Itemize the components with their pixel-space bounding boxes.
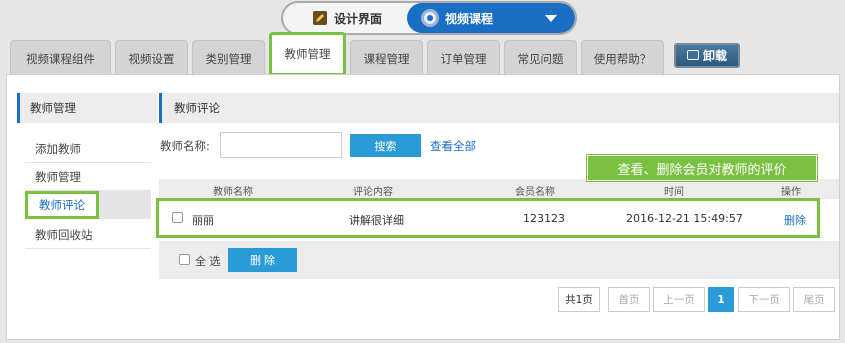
row-delete-link[interactable]: 删除 [784,212,806,228]
pagination-total: 共1页 [558,287,600,312]
main-panel: 教师管理 添加教师 教师管理 教师评论 教师回收站 教师评论 教师名称: 搜索 … [6,74,840,340]
chevron-down-icon[interactable] [545,15,557,22]
column-header-member: 会员名称 [515,187,555,198]
table-row: 丽丽 讲解很详细 123123 2016-12-21 15:49:57 删除 [156,198,820,238]
column-header-comment: 评论内容 [353,187,393,198]
teacher-name-input[interactable] [220,132,342,158]
sidebar-item-add-teacher[interactable]: 添加教师 [25,135,151,163]
sidebar-item-teacher-comments[interactable]: 教师评论 [25,190,151,219]
uninstall-icon [686,50,699,60]
pagination-last[interactable]: 尾页 [793,287,835,312]
tab-faq[interactable]: 常见问题 [504,40,577,76]
design-mode-label: 设计界面 [333,11,382,26]
design-mode-button[interactable]: 设计界面 [283,3,411,33]
tab-category-management[interactable]: 类别管理 [192,40,265,76]
gear-icon [421,9,439,27]
video-course-label: 视频课程 [445,11,494,26]
tab-video-components[interactable]: 视频课程组件 [10,40,111,76]
tab-teacher-management[interactable]: 教师管理 [269,32,346,76]
pagination-current[interactable]: 1 [708,287,734,312]
sidebar-title: 教师管理 [17,93,157,123]
select-all-label: 全 选 [195,255,221,268]
cell-member: 123123 [523,212,565,225]
tab-bar: 视频课程组件 视频设置 类别管理 教师管理 课程管理 订单管理 常见问题 使用帮… [10,32,740,76]
search-button[interactable]: 搜索 [350,134,421,157]
bulk-delete-button[interactable]: 删 除 [228,248,297,272]
mode-switch: 设计界面 视频课程 [281,1,577,35]
row-checkbox[interactable] [172,212,183,223]
uninstall-label: 卸载 [702,48,727,63]
tab-video-settings[interactable]: 视频设置 [115,40,188,76]
tab-order-management[interactable]: 订单管理 [427,40,500,76]
sidebar-item-teacher-management[interactable]: 教师管理 [25,163,151,191]
column-header-action: 操作 [781,187,801,198]
cell-time: 2016-12-21 15:49:57 [626,212,743,225]
pagination-next[interactable]: 下一页 [738,287,790,312]
pencil-icon [312,11,327,25]
pagination-prev[interactable]: 上一页 [653,287,705,312]
cell-teacher: 丽丽 [192,214,214,227]
bulk-actions: 全 选 删 除 [159,241,839,279]
table-header: 教师名称 评论内容 会员名称 时间 操作 [159,179,839,199]
page-title: 教师评论 [159,93,839,123]
sidebar-item-label: 教师评论 [25,190,99,219]
uninstall-button[interactable]: 卸载 [674,42,740,68]
annotation-callout: 查看、删除会员对教师的评价 [587,155,817,181]
tab-course-management[interactable]: 课程管理 [350,40,423,76]
sidebar-item-teacher-recycle-bin[interactable]: 教师回收站 [25,221,151,249]
video-course-button[interactable]: 视频课程 [407,3,575,33]
tab-help[interactable]: 使用帮助？ [581,40,664,76]
column-header-teacher: 教师名称 [213,187,253,198]
cell-comment: 讲解很详细 [349,214,404,227]
view-all-link[interactable]: 查看全部 [430,138,476,154]
search-label: 教师名称: [160,139,210,153]
pagination-first[interactable]: 首页 [608,287,650,312]
column-header-time: 时间 [664,187,684,198]
select-all-checkbox[interactable] [179,254,190,265]
